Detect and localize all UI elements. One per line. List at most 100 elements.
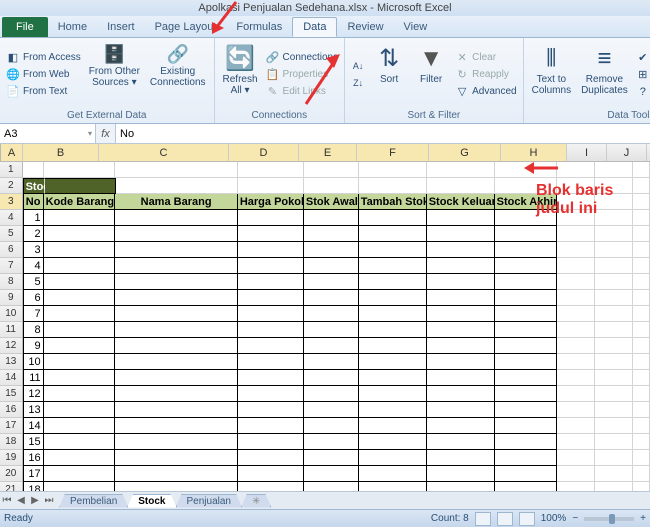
cell[interactable]: [359, 370, 427, 386]
sheet-nav-next[interactable]: ▶: [28, 495, 42, 506]
cell[interactable]: [633, 274, 650, 290]
cell[interactable]: [304, 434, 359, 450]
cell[interactable]: [427, 322, 495, 338]
cell[interactable]: [427, 226, 495, 242]
cell[interactable]: [557, 290, 595, 306]
cell[interactable]: [359, 290, 427, 306]
tab-insert[interactable]: Insert: [97, 17, 145, 37]
view-layout-button[interactable]: [497, 512, 513, 526]
cell[interactable]: [304, 466, 359, 482]
sort-button[interactable]: ⇅Sort: [369, 40, 409, 109]
cell[interactable]: [304, 386, 359, 402]
cell[interactable]: [495, 338, 557, 354]
zoom-out-button[interactable]: −: [572, 513, 578, 524]
cell[interactable]: [115, 386, 237, 402]
cell[interactable]: [238, 210, 304, 226]
cell[interactable]: [557, 370, 595, 386]
cell[interactable]: [495, 290, 557, 306]
cell[interactable]: [359, 274, 427, 290]
tab-formulas[interactable]: Formulas: [226, 17, 292, 37]
cell[interactable]: [44, 274, 116, 290]
column-header-I[interactable]: I: [567, 144, 607, 162]
row-header[interactable]: 7: [0, 258, 23, 274]
row-header[interactable]: 9: [0, 290, 23, 306]
cell[interactable]: [633, 450, 650, 466]
cell[interactable]: [44, 482, 116, 491]
cell[interactable]: [427, 402, 495, 418]
row-header[interactable]: 6: [0, 242, 23, 258]
cell[interactable]: [557, 322, 595, 338]
cell[interactable]: [427, 258, 495, 274]
cell[interactable]: [238, 482, 304, 491]
cell[interactable]: [427, 274, 495, 290]
cell[interactable]: [44, 434, 116, 450]
column-header-A[interactable]: A: [1, 144, 23, 162]
cell[interactable]: 16: [23, 450, 44, 466]
cell[interactable]: [633, 178, 650, 194]
cell[interactable]: [427, 450, 495, 466]
zoom-in-button[interactable]: +: [640, 513, 646, 524]
cell[interactable]: [304, 338, 359, 354]
cell[interactable]: [44, 162, 116, 178]
whatif-button[interactable]: ?What-If Analysis ▾: [634, 84, 650, 100]
cell[interactable]: 10: [23, 354, 44, 370]
cell[interactable]: [44, 402, 116, 418]
cell[interactable]: [44, 370, 116, 386]
sheet-nav-last[interactable]: ⏭: [42, 495, 56, 506]
cell[interactable]: [44, 354, 116, 370]
cell[interactable]: [495, 258, 557, 274]
column-header-F[interactable]: F: [357, 144, 429, 162]
cell[interactable]: [238, 274, 304, 290]
column-header-J[interactable]: J: [607, 144, 647, 162]
cell[interactable]: [359, 450, 427, 466]
cell[interactable]: [238, 466, 304, 482]
cell[interactable]: [238, 290, 304, 306]
sheet-tab-stock[interactable]: Stock: [127, 494, 176, 508]
cell[interactable]: [557, 418, 595, 434]
cell[interactable]: [359, 322, 427, 338]
cell[interactable]: [304, 290, 359, 306]
cell[interactable]: [557, 354, 595, 370]
cell[interactable]: [595, 338, 633, 354]
cell[interactable]: [304, 418, 359, 434]
new-sheet-button[interactable]: ✳: [241, 494, 271, 508]
tab-data[interactable]: Data: [292, 17, 337, 37]
cell[interactable]: No: [23, 194, 44, 210]
from-access-button[interactable]: ◧From Access: [4, 50, 83, 66]
cell[interactable]: Kode Barang: [44, 194, 116, 210]
column-header-H[interactable]: H: [501, 144, 567, 162]
cell[interactable]: 12: [23, 386, 44, 402]
cell[interactable]: [359, 242, 427, 258]
cell[interactable]: [495, 386, 557, 402]
cell[interactable]: [359, 338, 427, 354]
data-validation-button[interactable]: ✔Data Validation ▾: [634, 50, 650, 66]
cell[interactable]: [595, 402, 633, 418]
cell[interactable]: [359, 402, 427, 418]
tab-review[interactable]: Review: [337, 17, 393, 37]
cell[interactable]: [495, 370, 557, 386]
cell[interactable]: [115, 210, 237, 226]
cell[interactable]: [115, 434, 237, 450]
cell[interactable]: [633, 306, 650, 322]
cell[interactable]: [115, 450, 237, 466]
cell[interactable]: [238, 370, 304, 386]
cell[interactable]: [359, 354, 427, 370]
cell[interactable]: [557, 226, 595, 242]
cell[interactable]: [238, 226, 304, 242]
cell[interactable]: [633, 434, 650, 450]
column-header-B[interactable]: B: [23, 144, 99, 162]
cell[interactable]: [116, 178, 238, 194]
cell[interactable]: [304, 306, 359, 322]
cell[interactable]: [495, 418, 557, 434]
cell[interactable]: [44, 450, 116, 466]
cell[interactable]: [633, 466, 650, 482]
cell[interactable]: [557, 258, 595, 274]
cell[interactable]: [427, 290, 495, 306]
cell[interactable]: [495, 434, 557, 450]
cell[interactable]: [595, 434, 633, 450]
cell[interactable]: [595, 482, 633, 491]
cell[interactable]: [633, 210, 650, 226]
cell[interactable]: [304, 322, 359, 338]
cell[interactable]: [238, 258, 304, 274]
cell[interactable]: [633, 354, 650, 370]
